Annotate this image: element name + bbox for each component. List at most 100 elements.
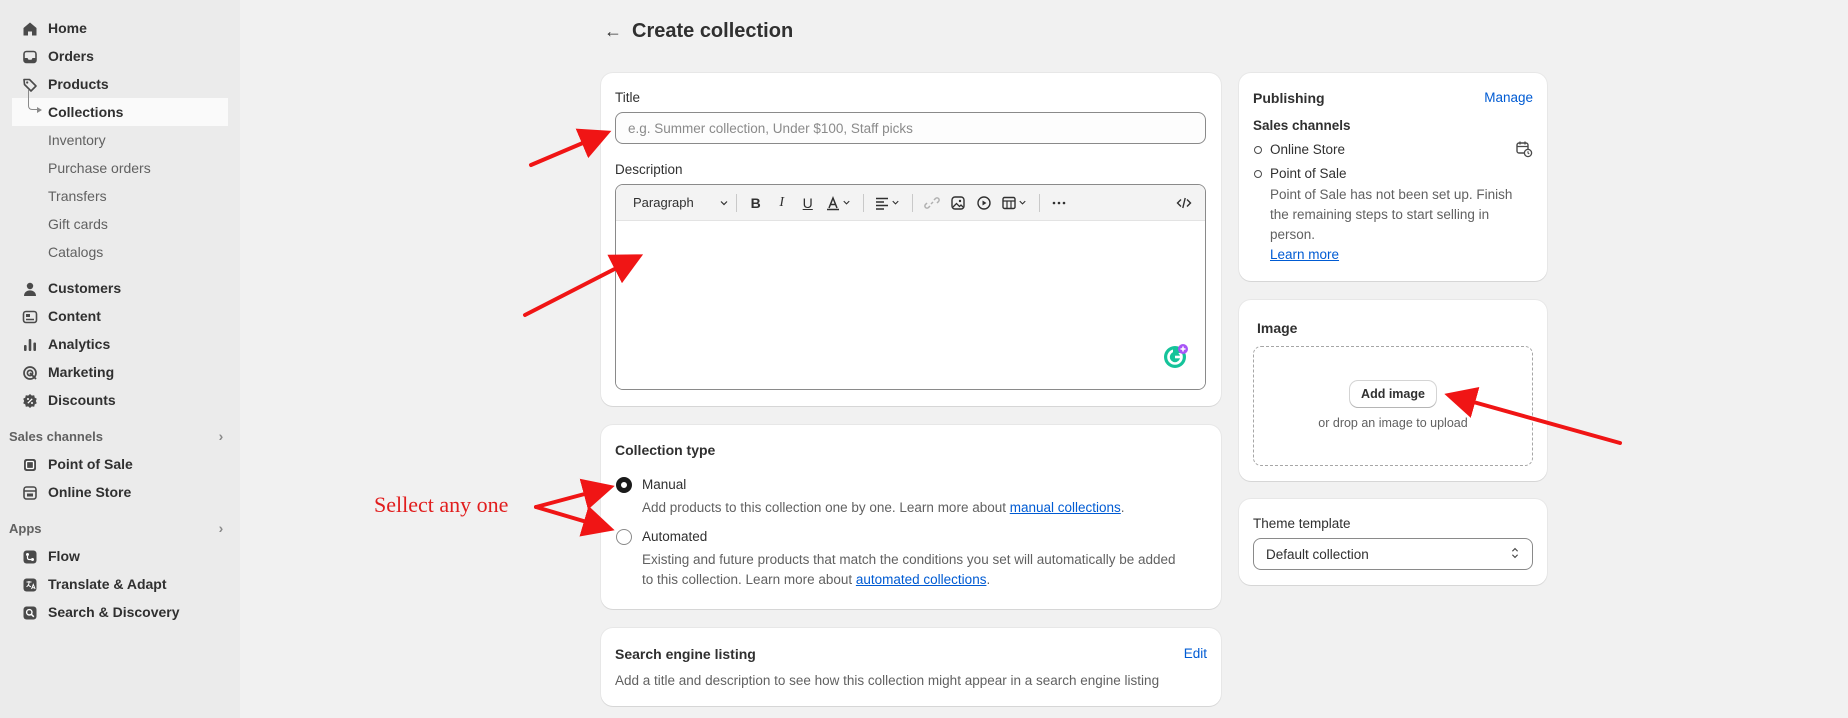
sidebar-item-orders[interactable]: Orders [12, 42, 228, 70]
chevron-down-icon [1017, 197, 1028, 208]
content-icon [22, 309, 38, 325]
arrow-to-manual [534, 478, 615, 510]
chevron-right-icon: › [218, 520, 224, 536]
sidebar-item-search-discovery[interactable]: Search & Discovery [12, 598, 228, 626]
sidebar-item-transfers[interactable]: Transfers [12, 182, 228, 210]
grammarly-icon[interactable] [1163, 343, 1189, 369]
sidebar-item-label: Transfers [48, 188, 107, 204]
sidebar-item-content[interactable]: Content [12, 302, 228, 330]
more-horizontal-icon [1051, 195, 1067, 211]
chevron-down-icon [890, 197, 901, 208]
channel-online-store: Online Store [1270, 142, 1346, 157]
image-icon [950, 195, 966, 211]
sidebar-item-catalogs[interactable]: Catalogs [12, 238, 228, 266]
sidebar-item-label: Analytics [48, 336, 111, 352]
title-description-card: Title e.g. Summer collection, Under $100… [601, 73, 1221, 406]
title-input[interactable]: e.g. Summer collection, Under $100, Staf… [615, 112, 1206, 144]
pos-note-line2: the remaining steps to start selling in [1270, 207, 1490, 222]
sidebar-item-flow[interactable]: Flow [12, 542, 228, 570]
manual-help-text: Add products to this collection one by o… [642, 498, 1125, 518]
learn-more-link[interactable]: Learn more [1270, 247, 1339, 262]
target-icon [22, 365, 38, 381]
pos-icon [22, 457, 38, 473]
sidebar-item-online-store[interactable]: Online Store [12, 478, 228, 506]
insert-video-button[interactable] [971, 191, 997, 215]
page-header: ← Create collection [604, 20, 793, 43]
description-textarea[interactable] [616, 221, 1205, 389]
paragraph-format-select[interactable]: Paragraph [624, 191, 730, 215]
align-button[interactable] [870, 191, 906, 215]
sidebar-item-inventory[interactable]: Inventory [12, 126, 228, 154]
sidebar-item-label: Discounts [48, 392, 116, 408]
underline-button[interactable]: U [795, 191, 821, 215]
sidebar-item-marketing[interactable]: Marketing [12, 358, 228, 386]
automated-help-line1: Existing and future products that match … [642, 552, 1176, 567]
channel-point-of-sale: Point of Sale [1270, 166, 1347, 181]
seo-edit-link[interactable]: Edit [1184, 646, 1207, 661]
text-color-icon [825, 195, 841, 211]
automated-help-line2: to this collection. Learn more about aut… [642, 570, 990, 590]
manual-radio[interactable] [616, 477, 632, 493]
theme-template-card: Theme template Default collection [1239, 499, 1547, 585]
manual-collections-link[interactable]: manual collections [1010, 500, 1121, 515]
automated-collections-link[interactable]: automated collections [856, 572, 987, 587]
apps-header[interactable]: Apps › [0, 514, 232, 542]
manage-link[interactable]: Manage [1484, 90, 1533, 105]
toolbar-divider [911, 193, 913, 212]
chevron-down-icon [718, 197, 730, 209]
align-left-icon [874, 195, 890, 211]
title-label: Title [615, 90, 641, 105]
person-icon [22, 281, 38, 297]
editor-toolbar: Paragraph B I U [616, 185, 1205, 221]
sidebar-item-label: Orders [48, 48, 94, 64]
image-heading: Image [1257, 320, 1298, 336]
automated-help-prefix: to this collection. Learn more about [642, 572, 856, 587]
sidebar-item-label: Customers [48, 280, 122, 296]
automated-help-suffix: . [986, 572, 991, 587]
sidebar-item-products[interactable]: Products [12, 70, 228, 98]
html-code-button[interactable] [1171, 191, 1197, 215]
sidebar-item-collections[interactable]: Collections [12, 90, 228, 126]
text-color-button[interactable] [821, 191, 857, 215]
sidebar-item-customers[interactable]: Customers [12, 274, 228, 302]
manual-help-suffix: . [1120, 500, 1125, 515]
sidebar-item-label: Online Store [48, 484, 132, 500]
back-arrow-icon[interactable]: ← [604, 21, 626, 42]
link-button[interactable] [919, 191, 945, 215]
sidebar-item-label: Content [48, 308, 101, 324]
arrow-to-title [529, 128, 612, 167]
annotation-label: Sellect any one [374, 492, 509, 517]
sidebar-item-discounts[interactable]: Discounts [12, 386, 228, 414]
sidebar-item-gift-cards[interactable]: Gift cards [12, 210, 228, 238]
schedule-publish-icon[interactable] [1515, 140, 1533, 158]
more-options-button[interactable] [1046, 191, 1072, 215]
channel-status-dot [1254, 170, 1262, 178]
italic-icon: I [779, 194, 785, 210]
manual-label[interactable]: Manual [642, 477, 686, 492]
sidebar-item-analytics[interactable]: Analytics [12, 330, 228, 358]
sidebar-item-label: Home [48, 20, 87, 36]
dropzone-hint: or drop an image to upload [1318, 416, 1468, 430]
automated-label[interactable]: Automated [642, 529, 707, 544]
automated-radio[interactable] [616, 529, 632, 545]
chevron-right-icon: › [218, 428, 224, 444]
sidebar-item-translate-adapt[interactable]: Translate & Adapt [12, 570, 228, 598]
italic-button[interactable]: I [769, 191, 795, 215]
insert-table-button[interactable] [997, 191, 1033, 215]
sales-channels-subheading: Sales channels [1253, 118, 1351, 133]
sales-channels-header[interactable]: Sales channels › [0, 422, 232, 450]
collection-type-card: Collection type Manual Add products to t… [601, 425, 1221, 609]
add-image-button[interactable]: Add image [1350, 381, 1436, 407]
bold-button[interactable]: B [743, 191, 769, 215]
sidebar-item-purchase-orders[interactable]: Purchase orders [12, 154, 228, 182]
pos-note-line1: Point of Sale has not been set up. Finis… [1270, 187, 1513, 202]
insert-image-button[interactable] [945, 191, 971, 215]
sidebar-item-home[interactable]: Home [12, 14, 228, 42]
flow-icon [22, 549, 38, 565]
search-engine-listing-card: Search engine listing Edit Add a title a… [601, 628, 1221, 706]
seo-heading: Search engine listing [615, 646, 756, 662]
sidebar-item-point-of-sale[interactable]: Point of Sale [12, 450, 228, 478]
theme-template-select[interactable]: Default collection [1253, 538, 1533, 570]
seo-help-text: Add a title and description to see how t… [615, 673, 1160, 688]
toolbar-divider [735, 193, 737, 212]
